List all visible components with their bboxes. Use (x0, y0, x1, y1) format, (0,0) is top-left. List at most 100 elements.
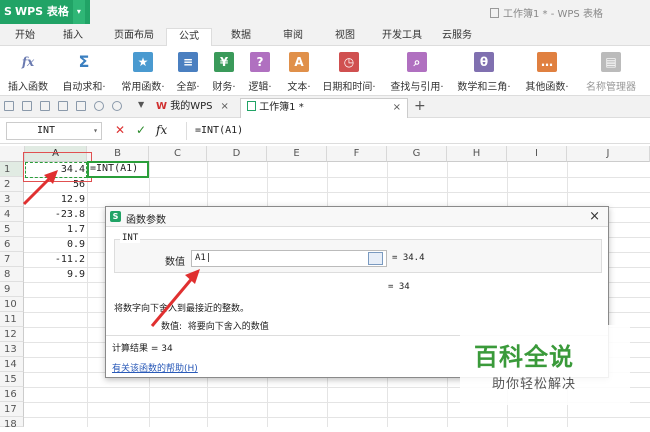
column-header-d[interactable]: D (207, 146, 267, 162)
search-icon: ⌕ (407, 52, 427, 72)
cancel-formula-button[interactable]: ✕ (115, 123, 125, 137)
insert-function-button[interactable]: fx 插入函数 (6, 52, 50, 93)
tab-page-layout[interactable]: 页面布局 (106, 28, 162, 46)
row-header[interactable]: 5 (0, 222, 24, 237)
confirm-formula-button[interactable]: ✓ (136, 123, 146, 137)
row-header[interactable]: 10 (0, 297, 24, 312)
financial-functions-button[interactable]: ¥ 财务· (208, 52, 240, 93)
app-menu-button[interactable]: S WPS 表格 ▾ (0, 0, 90, 24)
chevron-down-icon[interactable]: ▾ (72, 0, 85, 24)
dialog-title: 函数参数 (126, 215, 166, 226)
add-tab-button[interactable]: + (414, 98, 426, 114)
formula-input[interactable]: =INT(A1) (186, 122, 646, 140)
tab-insert[interactable]: 插入 (56, 28, 90, 46)
row-header[interactable]: 4 (0, 207, 24, 222)
tab-home[interactable]: 开始 (8, 28, 42, 46)
watermark-subtitle: 助你轻松解决 (492, 377, 577, 392)
doc-tab-workbook1[interactable]: 工作簿1 * × (240, 98, 408, 118)
row-header[interactable]: 2 (0, 177, 24, 192)
cell-a4[interactable]: -23.8 (25, 207, 87, 222)
clock-icon: ◷ (339, 52, 359, 72)
cell-a5[interactable]: 1.7 (25, 222, 87, 237)
function-help-link[interactable]: 有关该函数的帮助(H) (112, 361, 198, 374)
lookup-reference-button[interactable]: ⌕ 查找与引用· (386, 52, 448, 93)
print-icon[interactable] (58, 101, 68, 111)
close-icon[interactable]: × (393, 99, 401, 117)
column-header-g[interactable]: G (387, 146, 447, 162)
quick-access-bar: ▼ W 我的WPS × 工作簿1 * × + (0, 96, 650, 118)
row-header[interactable]: 16 (0, 387, 24, 402)
close-icon[interactable]: × (589, 209, 600, 224)
export-pdf-icon[interactable] (40, 101, 50, 111)
row-header[interactable]: 1 (0, 162, 24, 177)
date-time-functions-button[interactable]: ◷ 日期和时间· (318, 52, 380, 93)
column-header-e[interactable]: E (267, 146, 327, 162)
row-header[interactable]: 14 (0, 357, 24, 372)
save-icon[interactable] (22, 101, 32, 111)
common-functions-button[interactable]: ★ 常用函数· (116, 52, 170, 93)
collapse-reference-icon[interactable] (368, 252, 383, 265)
name-manager-button[interactable]: ▤ 名称管理器 (584, 52, 638, 93)
cell-a6[interactable]: 0.9 (25, 237, 87, 252)
row-header[interactable]: 12 (0, 327, 24, 342)
close-icon[interactable]: × (220, 101, 228, 112)
column-header-i[interactable]: I (507, 146, 567, 162)
star-icon: ★ (133, 52, 153, 72)
name-box[interactable]: INT ▾ (6, 122, 102, 140)
argument-help: 数值: 将要向下舍入的数值 (161, 322, 269, 332)
wps-logo-icon: S (4, 5, 12, 18)
chevron-down-icon[interactable]: ▾ (93, 123, 98, 139)
tab-review[interactable]: 审阅 (276, 28, 310, 46)
text-functions-button[interactable]: A 文本· (282, 52, 316, 93)
row-header[interactable]: 6 (0, 237, 24, 252)
other-functions-button[interactable]: … 其他函数· (520, 52, 574, 93)
row-header[interactable]: 13 (0, 342, 24, 357)
gridline (24, 192, 650, 193)
cell-a3[interactable]: 12.9 (25, 192, 87, 207)
formula-bar: INT ▾ ✕ ✓ fx =INT(A1) (0, 118, 650, 144)
sheet-icon (247, 101, 256, 111)
row-header[interactable]: 18 (0, 417, 24, 430)
row-header[interactable]: 3 (0, 192, 24, 207)
theta-icon: θ (474, 52, 494, 72)
function-name-label: INT (120, 233, 141, 243)
tab-cloud[interactable]: 云服务 (434, 28, 480, 46)
argument-value: = 34.4 (392, 253, 425, 263)
dialog-titlebar[interactable]: S 函数参数 × (106, 207, 608, 227)
tab-view[interactable]: 视图 (328, 28, 362, 46)
cell-a7[interactable]: -11.2 (25, 252, 87, 267)
customize-dropdown-icon[interactable]: ▼ (138, 100, 144, 109)
result-preview: = 34 (388, 282, 410, 292)
open-icon[interactable] (4, 101, 14, 111)
cell-a8[interactable]: 9.9 (25, 267, 87, 282)
tab-formulas[interactable]: 公式 (166, 28, 212, 46)
row-header[interactable]: 9 (0, 282, 24, 297)
doc-tab-my-wps[interactable]: W 我的WPS × (150, 98, 235, 118)
column-header-c[interactable]: C (149, 146, 207, 162)
list-icon: ≡ (178, 52, 198, 72)
math-trig-button[interactable]: θ 数学和三角· (452, 52, 516, 93)
logical-functions-button[interactable]: ? 逻辑· (244, 52, 276, 93)
column-header-b[interactable]: B (87, 146, 149, 162)
insert-function-fx-button[interactable]: fx (156, 123, 167, 137)
column-header-f[interactable]: F (327, 146, 387, 162)
tab-data[interactable]: 数据 (224, 28, 258, 46)
row-header[interactable]: 8 (0, 267, 24, 282)
tab-developer[interactable]: 开发工具 (374, 28, 430, 46)
fx-icon: fx (21, 55, 35, 69)
redo-icon[interactable] (112, 101, 122, 111)
undo-icon[interactable] (94, 101, 104, 111)
column-header-h[interactable]: H (447, 146, 507, 162)
sigma-icon: Σ (78, 52, 90, 71)
row-header[interactable]: 7 (0, 252, 24, 267)
autosum-button[interactable]: Σ 自动求和· (58, 52, 110, 93)
number-argument-input[interactable]: A1| (191, 250, 387, 267)
print-preview-icon[interactable] (76, 101, 86, 111)
row-header[interactable]: 17 (0, 402, 24, 417)
row-header[interactable]: 11 (0, 312, 24, 327)
column-header-j[interactable]: J (567, 146, 650, 162)
row-header[interactable]: 15 (0, 372, 24, 387)
active-cell-b1[interactable]: =INT(A1) (87, 161, 149, 178)
all-functions-button[interactable]: ≡ 全部· (172, 52, 204, 93)
select-all-corner[interactable] (0, 146, 25, 162)
